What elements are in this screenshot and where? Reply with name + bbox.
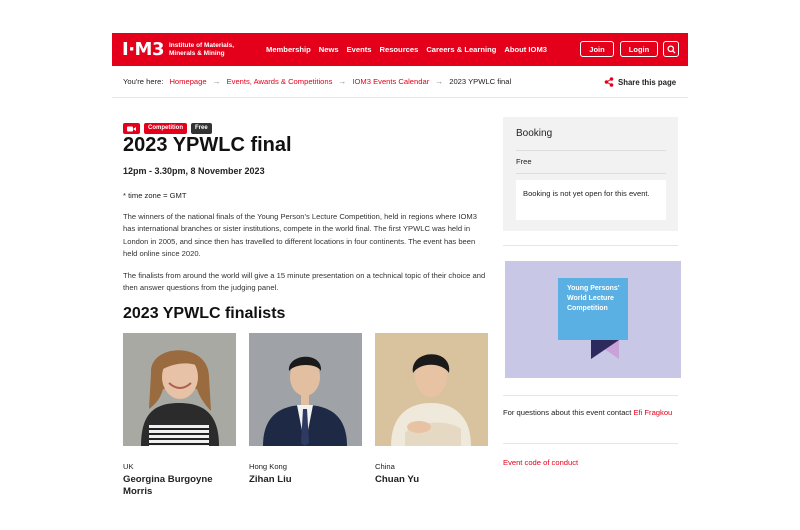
breadcrumb-label: You're here: (123, 77, 164, 86)
finalist-country: UK (123, 462, 134, 471)
finalist-country: Hong Kong (249, 462, 287, 471)
divider (503, 395, 678, 396)
breadcrumb-homepage[interactable]: Homepage (169, 77, 206, 86)
login-button[interactable]: Login (620, 41, 658, 57)
promo-line-3: Competition (567, 305, 608, 312)
nav-resources[interactable]: Resources (379, 45, 418, 54)
finalist-photo (375, 333, 488, 446)
event-datetime: 12pm - 3.30pm, 8 November 2023 (123, 166, 265, 176)
breadcrumb-calendar[interactable]: IOM3 Events Calendar (352, 77, 429, 86)
finalist-photo (123, 333, 236, 446)
logo-text: Institute of Materials, Minerals & Mining (168, 41, 234, 57)
ypwlc-logo: Young Persons' World Lecture Competition (558, 278, 628, 359)
event-description: The winners of the national finals of th… (123, 212, 477, 258)
breadcrumb-events[interactable]: Events, Awards & Competitions (227, 77, 333, 86)
event-timezone: * time zone = GMT (123, 191, 187, 200)
logo-mark: I·M3 (122, 38, 164, 60)
finalist-name: Zihan Liu (249, 474, 292, 485)
divider (112, 97, 688, 98)
share-label: Share this page (618, 77, 677, 87)
iom3-logo[interactable]: I·M3 Institute of Materials, Minerals & M… (122, 38, 234, 60)
finalist-card: Hong Kong Zihan Liu (249, 333, 362, 486)
nav-membership[interactable]: Membership (266, 45, 311, 54)
breadcrumb-current: 2023 YPWLC final (449, 77, 512, 86)
nav-about[interactable]: About IOM3 (504, 45, 547, 54)
divider (503, 443, 678, 444)
site-header: I·M3 Institute of Materials, Minerals & M… (112, 33, 688, 66)
finalist-card: UK Georgina Burgoyne Morris (123, 333, 236, 498)
booking-panel: Booking Free Booking is not yet open for… (503, 117, 678, 231)
event-contact: For questions about this event contact E… (503, 407, 678, 419)
arrow-right-icon: → (435, 77, 444, 86)
join-button[interactable]: Join (580, 41, 614, 57)
nav-news[interactable]: News (319, 45, 339, 54)
finalist-photo (249, 333, 362, 446)
finalist-card: China Chuan Yu (375, 333, 488, 486)
page-title: 2023 YPWLC final (123, 134, 292, 156)
arrow-right-icon: → (338, 77, 347, 86)
event-format: The finalists from around the world will… (123, 271, 486, 293)
share-icon (604, 77, 614, 87)
share-button[interactable]: Share this page (604, 77, 676, 87)
main-nav: Membership News Events Resources Careers… (266, 45, 555, 54)
finalist-country: China (375, 462, 395, 471)
code-of-conduct-link[interactable]: Event code of conduct (503, 458, 578, 467)
video-camera-icon (127, 126, 136, 131)
search-icon (666, 44, 676, 54)
competition-tag: Competition (144, 123, 187, 134)
booking-status-note: Booking is not yet open for this event. (516, 180, 666, 220)
divider (503, 245, 678, 246)
booking-price: Free (516, 157, 532, 166)
booking-title: Booking (516, 128, 553, 139)
search-button[interactable] (663, 41, 679, 57)
divider (516, 150, 666, 151)
finalist-name: Georgina Burgoyne Morris (123, 474, 213, 497)
nav-events[interactable]: Events (347, 45, 372, 54)
ypwlc-promo-banner[interactable]: Young Persons' World Lecture Competition (505, 261, 681, 378)
nav-careers-learning[interactable]: Careers & Learning (426, 45, 496, 54)
arrow-right-icon: → (212, 77, 221, 86)
video-tag (123, 123, 140, 134)
event-tags: Competition Free (123, 123, 216, 134)
finalist-name: Chuan Yu (375, 474, 420, 485)
contact-link[interactable]: Efi Fragkou (633, 408, 672, 417)
contact-text: For questions about this event contact (503, 408, 634, 417)
finalists-heading: 2023 YPWLC finalists (123, 305, 286, 322)
divider (516, 173, 666, 174)
promo-line-2: World Lecture (567, 295, 614, 302)
promo-line-1: Young Persons' (567, 285, 620, 292)
breadcrumb: You're here: Homepage → Events, Awards &… (123, 77, 511, 86)
free-tag: Free (191, 123, 212, 134)
